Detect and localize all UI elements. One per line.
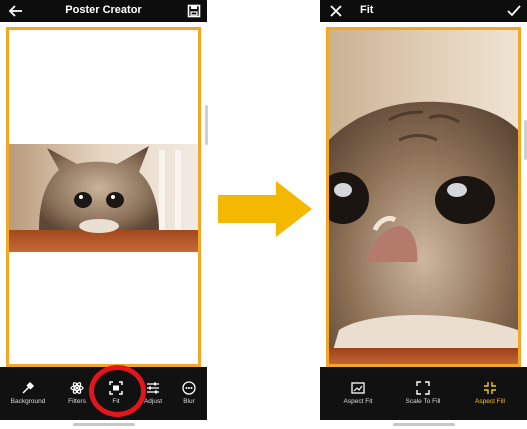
scale-to-fill-icon xyxy=(416,381,430,395)
home-indicator xyxy=(0,420,207,429)
cat-photo-large xyxy=(329,30,518,364)
poster-canvas[interactable] xyxy=(6,27,201,367)
checkmark-icon[interactable] xyxy=(506,3,522,19)
aspect-fill-icon xyxy=(484,382,496,394)
page-title: Poster Creator xyxy=(65,4,142,16)
filters-icon xyxy=(70,382,84,394)
tool-background[interactable]: Background xyxy=(4,367,52,420)
eyedropper-icon xyxy=(22,381,35,394)
left-top-bar: Poster Creator xyxy=(0,0,207,22)
close-icon[interactable] xyxy=(328,3,344,19)
cat-photo-small xyxy=(9,144,198,252)
save-icon[interactable] xyxy=(186,3,202,19)
left-phone-screen: Poster Creator Background Filters Fit Ad… xyxy=(0,0,207,429)
tool-label: Blur xyxy=(183,398,195,405)
poster-canvas-filled[interactable] xyxy=(326,27,521,367)
sliders-icon xyxy=(147,382,159,394)
transition-arrow-icon xyxy=(218,181,312,237)
tool-label: Scale To Fill xyxy=(405,398,441,405)
fit-highlight-circle xyxy=(89,365,146,417)
tool-blur[interactable]: Blur xyxy=(172,367,206,420)
home-indicator xyxy=(320,420,527,429)
right-top-bar: Fit xyxy=(320,0,527,22)
scroll-edge xyxy=(205,105,208,145)
tool-aspect-fill[interactable]: Aspect Fill xyxy=(458,367,522,420)
right-phone-screen: Fit Aspect Fit Scale To Fill Aspect Fill xyxy=(320,0,527,429)
blur-icon xyxy=(182,381,196,395)
tool-label: Aspect Fit xyxy=(343,398,373,405)
tool-aspect-fit[interactable]: Aspect Fit xyxy=(326,367,390,420)
aspect-fit-icon xyxy=(351,382,365,394)
tool-label: Background xyxy=(10,398,46,405)
page-title: Fit xyxy=(360,4,374,16)
fit-mode-toolbar: Aspect Fit Scale To Fill Aspect Fill xyxy=(320,367,527,420)
tool-scale-to-fill[interactable]: Scale To Fill xyxy=(392,367,454,420)
tool-label: Aspect Fill xyxy=(475,398,505,405)
